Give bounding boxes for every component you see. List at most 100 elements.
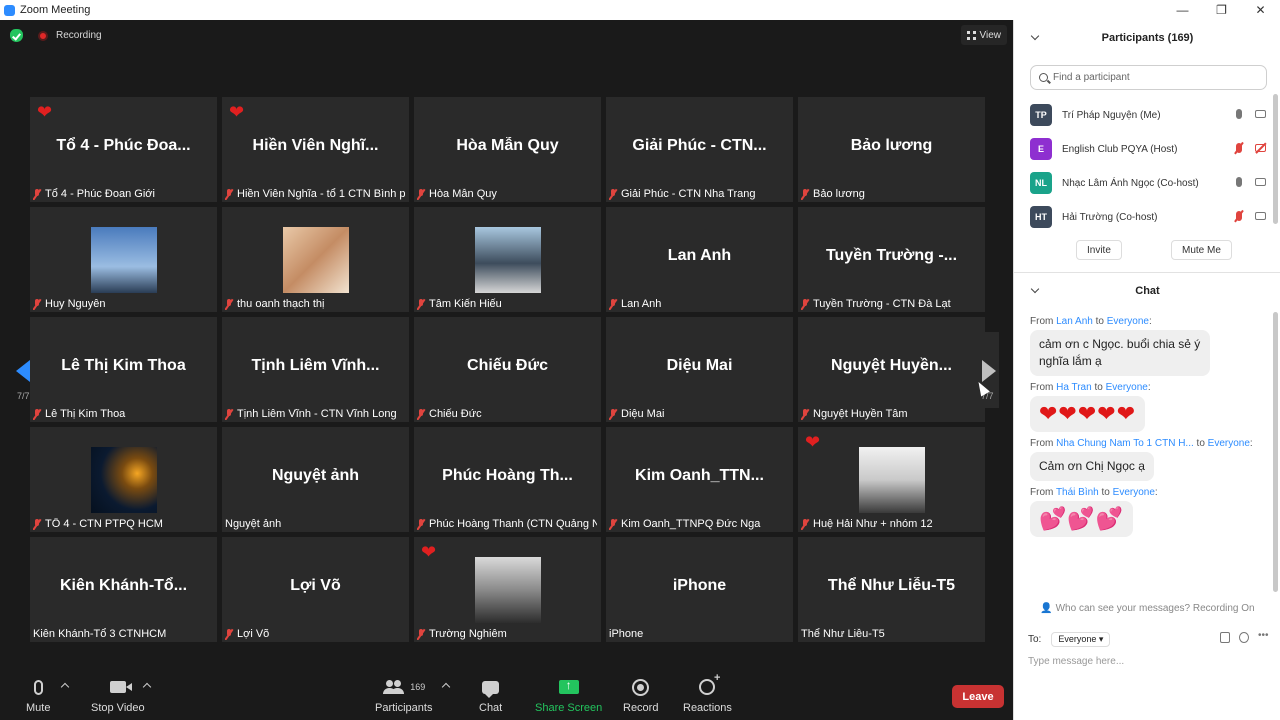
tile-participant-name: Thể Như Liễu-T5 xyxy=(801,628,885,640)
leave-button[interactable]: Leave xyxy=(952,685,1004,708)
security-shield-icon[interactable] xyxy=(10,29,23,42)
participant-video-tile[interactable]: Thể Như Liễu-T5 Thể Như Liễu-T5 xyxy=(798,537,985,642)
chat-sender[interactable]: Lan Anh xyxy=(1056,316,1093,327)
tile-participant-name: Kiên Khánh-Tổ 3 CTNHCM xyxy=(33,628,167,640)
chat-button[interactable]: Chat xyxy=(479,676,502,714)
recipient-dropdown[interactable]: Everyone ▾ xyxy=(1051,631,1111,647)
page-indicator-left: 7/7 xyxy=(17,391,30,401)
participant-video-tile[interactable]: Huy Nguyên xyxy=(30,207,217,312)
participant-row[interactable]: NL Nhạc Lâm Ánh Ngọc (Co-host) xyxy=(1030,166,1270,200)
participant-video-tile[interactable]: Lợi Võ Lợi Võ xyxy=(222,537,409,642)
chat-sender[interactable]: Thái Bình xyxy=(1056,487,1099,498)
participant-video-tile[interactable]: Bảo lương Bảo lương xyxy=(798,97,985,202)
participant-video-tile[interactable]: Phúc Hoàng Th... Phúc Hoàng Thanh (CTN Qu… xyxy=(414,427,601,532)
participant-video-tile[interactable]: TỔ 4 - CTN PTPQ HCM xyxy=(30,427,217,532)
tile-participant-name: thu oanh thạch thị xyxy=(237,298,325,310)
view-button[interactable]: View xyxy=(960,25,1007,45)
collapse-chat-chevron-icon[interactable] xyxy=(1030,284,1040,294)
mic-muted-icon xyxy=(609,298,617,310)
participant-video-tile[interactable]: Chiếu Đức Chiếu Đức xyxy=(414,317,601,422)
minimize-button[interactable]: — xyxy=(1163,0,1202,20)
participant-video-tile[interactable]: Kiên Khánh-Tổ... Kiên Khánh-Tổ 3 CTNHCM xyxy=(30,537,217,642)
participant-video-tile[interactable]: ❤ Tổ 4 - Phúc Đoa... Tổ 4 - Phúc Đoan Giới xyxy=(30,97,217,202)
mic-muted-icon[interactable] xyxy=(1236,211,1242,221)
tile-caption: Tuyền Trường - CTN Đà Lạt xyxy=(801,298,981,310)
heart-reaction-icon: ❤ xyxy=(229,102,245,122)
participant-video-tile[interactable]: Kim Oanh_TTN... Kim Oanh_TTNPQ Đức Nga xyxy=(606,427,793,532)
tile-caption: Giải Phúc - CTN Nha Trang xyxy=(609,188,789,200)
chat-recipient[interactable]: Everyone xyxy=(1106,382,1148,393)
close-button[interactable]: ✕ xyxy=(1241,0,1280,20)
recording-label: Recording xyxy=(56,30,102,41)
video-camera-icon[interactable] xyxy=(1255,212,1266,220)
tile-display-name: Lê Thị Kim Thoa xyxy=(61,357,186,374)
participant-video-tile[interactable]: Tâm Kiến Hiếu xyxy=(414,207,601,312)
mute-button[interactable]: Mute xyxy=(26,676,50,714)
emoji-icon[interactable] xyxy=(1239,632,1249,643)
record-button[interactable]: Record xyxy=(623,676,658,714)
participant-video-tile[interactable]: ❤ Trường Nghiêm xyxy=(414,537,601,642)
tile-caption: Kiên Khánh-Tổ 3 CTNHCM xyxy=(33,628,213,640)
stop-video-label: Stop Video xyxy=(91,702,145,714)
tile-caption: Tâm Kiến Hiếu xyxy=(417,298,597,310)
chat-sender[interactable]: Ha Tran xyxy=(1056,382,1092,393)
participant-video-tile[interactable]: thu oanh thạch thị xyxy=(222,207,409,312)
chat-recipient[interactable]: Everyone xyxy=(1107,316,1149,327)
participant-video-tile[interactable]: ❤ Hiền Viên Nghĩ... Hiền Viên Nghĩa - tổ 1… xyxy=(222,97,409,202)
microphone-icon[interactable] xyxy=(1236,109,1242,119)
video-camera-icon[interactable] xyxy=(1255,178,1266,186)
chat-recipient[interactable]: Everyone xyxy=(1208,438,1250,449)
mute-label: Mute xyxy=(26,702,51,714)
video-camera-icon xyxy=(109,681,132,693)
share-screen-button[interactable]: Share Screen xyxy=(535,676,602,714)
tile-participant-name: Bảo lương xyxy=(813,188,865,200)
participant-video-tile[interactable]: Lê Thị Kim Thoa Lê Thị Kim Thoa xyxy=(30,317,217,422)
mic-muted-icon xyxy=(33,298,41,310)
chat-privacy-note[interactable]: 👤 Who can see your messages? Recording O… xyxy=(1014,603,1280,614)
invite-button[interactable]: Invite xyxy=(1076,240,1122,260)
participant-video-tile[interactable]: Nguyệt Huyền... Nguyệt Huyền Tâm xyxy=(798,317,985,422)
participant-video-tile[interactable]: Hòa Mẫn Quy Hòa Mẫn Quy xyxy=(414,97,601,202)
window-title: Zoom Meeting xyxy=(20,4,91,16)
participant-video-tile[interactable]: iPhone iPhone xyxy=(606,537,793,642)
chat-sender[interactable]: Nha Chung Nam To 1 CTN H... xyxy=(1056,438,1194,449)
participant-video-tile[interactable]: Tuyền Trường -... Tuyền Trường - CTN Đà L… xyxy=(798,207,985,312)
chat-scrollbar[interactable] xyxy=(1273,312,1278,592)
audio-options-chevron-icon[interactable] xyxy=(60,682,70,692)
participant-video-tile[interactable]: Diệu Mai Diệu Mai xyxy=(606,317,793,422)
participants-scrollbar[interactable] xyxy=(1273,94,1278,224)
chat-message-input[interactable]: Type message here... xyxy=(1028,656,1124,667)
tile-caption: Nguyệt Huyền Tâm xyxy=(801,408,981,420)
participant-row[interactable]: E English Club PQYA (Host) xyxy=(1030,132,1270,166)
microphone-icon[interactable] xyxy=(1236,177,1242,187)
video-camera-icon[interactable] xyxy=(1255,110,1266,118)
chat-message-header: From Ha Tran to Everyone: xyxy=(1030,382,1262,393)
tile-display-name: Giải Phúc - CTN... xyxy=(632,137,767,154)
participants-button[interactable]: 169 Participants xyxy=(375,676,432,714)
participant-video-tile[interactable]: Nguyệt ảnh Nguyệt ảnh xyxy=(222,427,409,532)
mic-muted-icon xyxy=(801,298,809,310)
file-icon[interactable] xyxy=(1220,632,1230,643)
restore-button[interactable]: ❐ xyxy=(1202,0,1241,20)
participant-row[interactable]: HT Hải Trường (Co-host) xyxy=(1030,200,1270,234)
more-options-icon[interactable]: ••• xyxy=(1258,631,1269,643)
window-controls: — ❐ ✕ xyxy=(1163,0,1280,20)
chat-recipient[interactable]: Everyone xyxy=(1113,487,1155,498)
stop-video-button[interactable]: Stop Video xyxy=(91,676,145,714)
tile-caption: Lê Thị Kim Thoa xyxy=(33,408,213,420)
mic-muted-icon[interactable] xyxy=(1236,143,1242,153)
participants-options-chevron-icon[interactable] xyxy=(441,682,451,692)
to-word: to xyxy=(1092,316,1107,327)
participant-search-input[interactable]: Find a participant xyxy=(1030,65,1267,90)
participant-video-tile[interactable]: Tịnh Liêm Vĩnh... Tịnh Liêm Vĩnh - CTN Vĩ… xyxy=(222,317,409,422)
mic-muted-icon xyxy=(33,518,41,530)
collapse-participants-chevron-icon[interactable] xyxy=(1030,31,1040,41)
video-off-icon[interactable] xyxy=(1255,144,1266,152)
participant-video-tile[interactable]: ❤ Huệ Hải Như + nhóm 12 xyxy=(798,427,985,532)
participant-video-tile[interactable]: Giải Phúc - CTN... Giải Phúc - CTN Nha Tr… xyxy=(606,97,793,202)
heart-reaction-icon: ❤ xyxy=(37,102,53,122)
participant-row[interactable]: TP Trí Pháp Nguyện (Me) xyxy=(1030,98,1270,132)
reactions-button[interactable]: Reactions xyxy=(683,672,732,714)
mute-me-button[interactable]: Mute Me xyxy=(1171,240,1232,260)
participant-video-tile[interactable]: Lan Anh Lan Anh xyxy=(606,207,793,312)
